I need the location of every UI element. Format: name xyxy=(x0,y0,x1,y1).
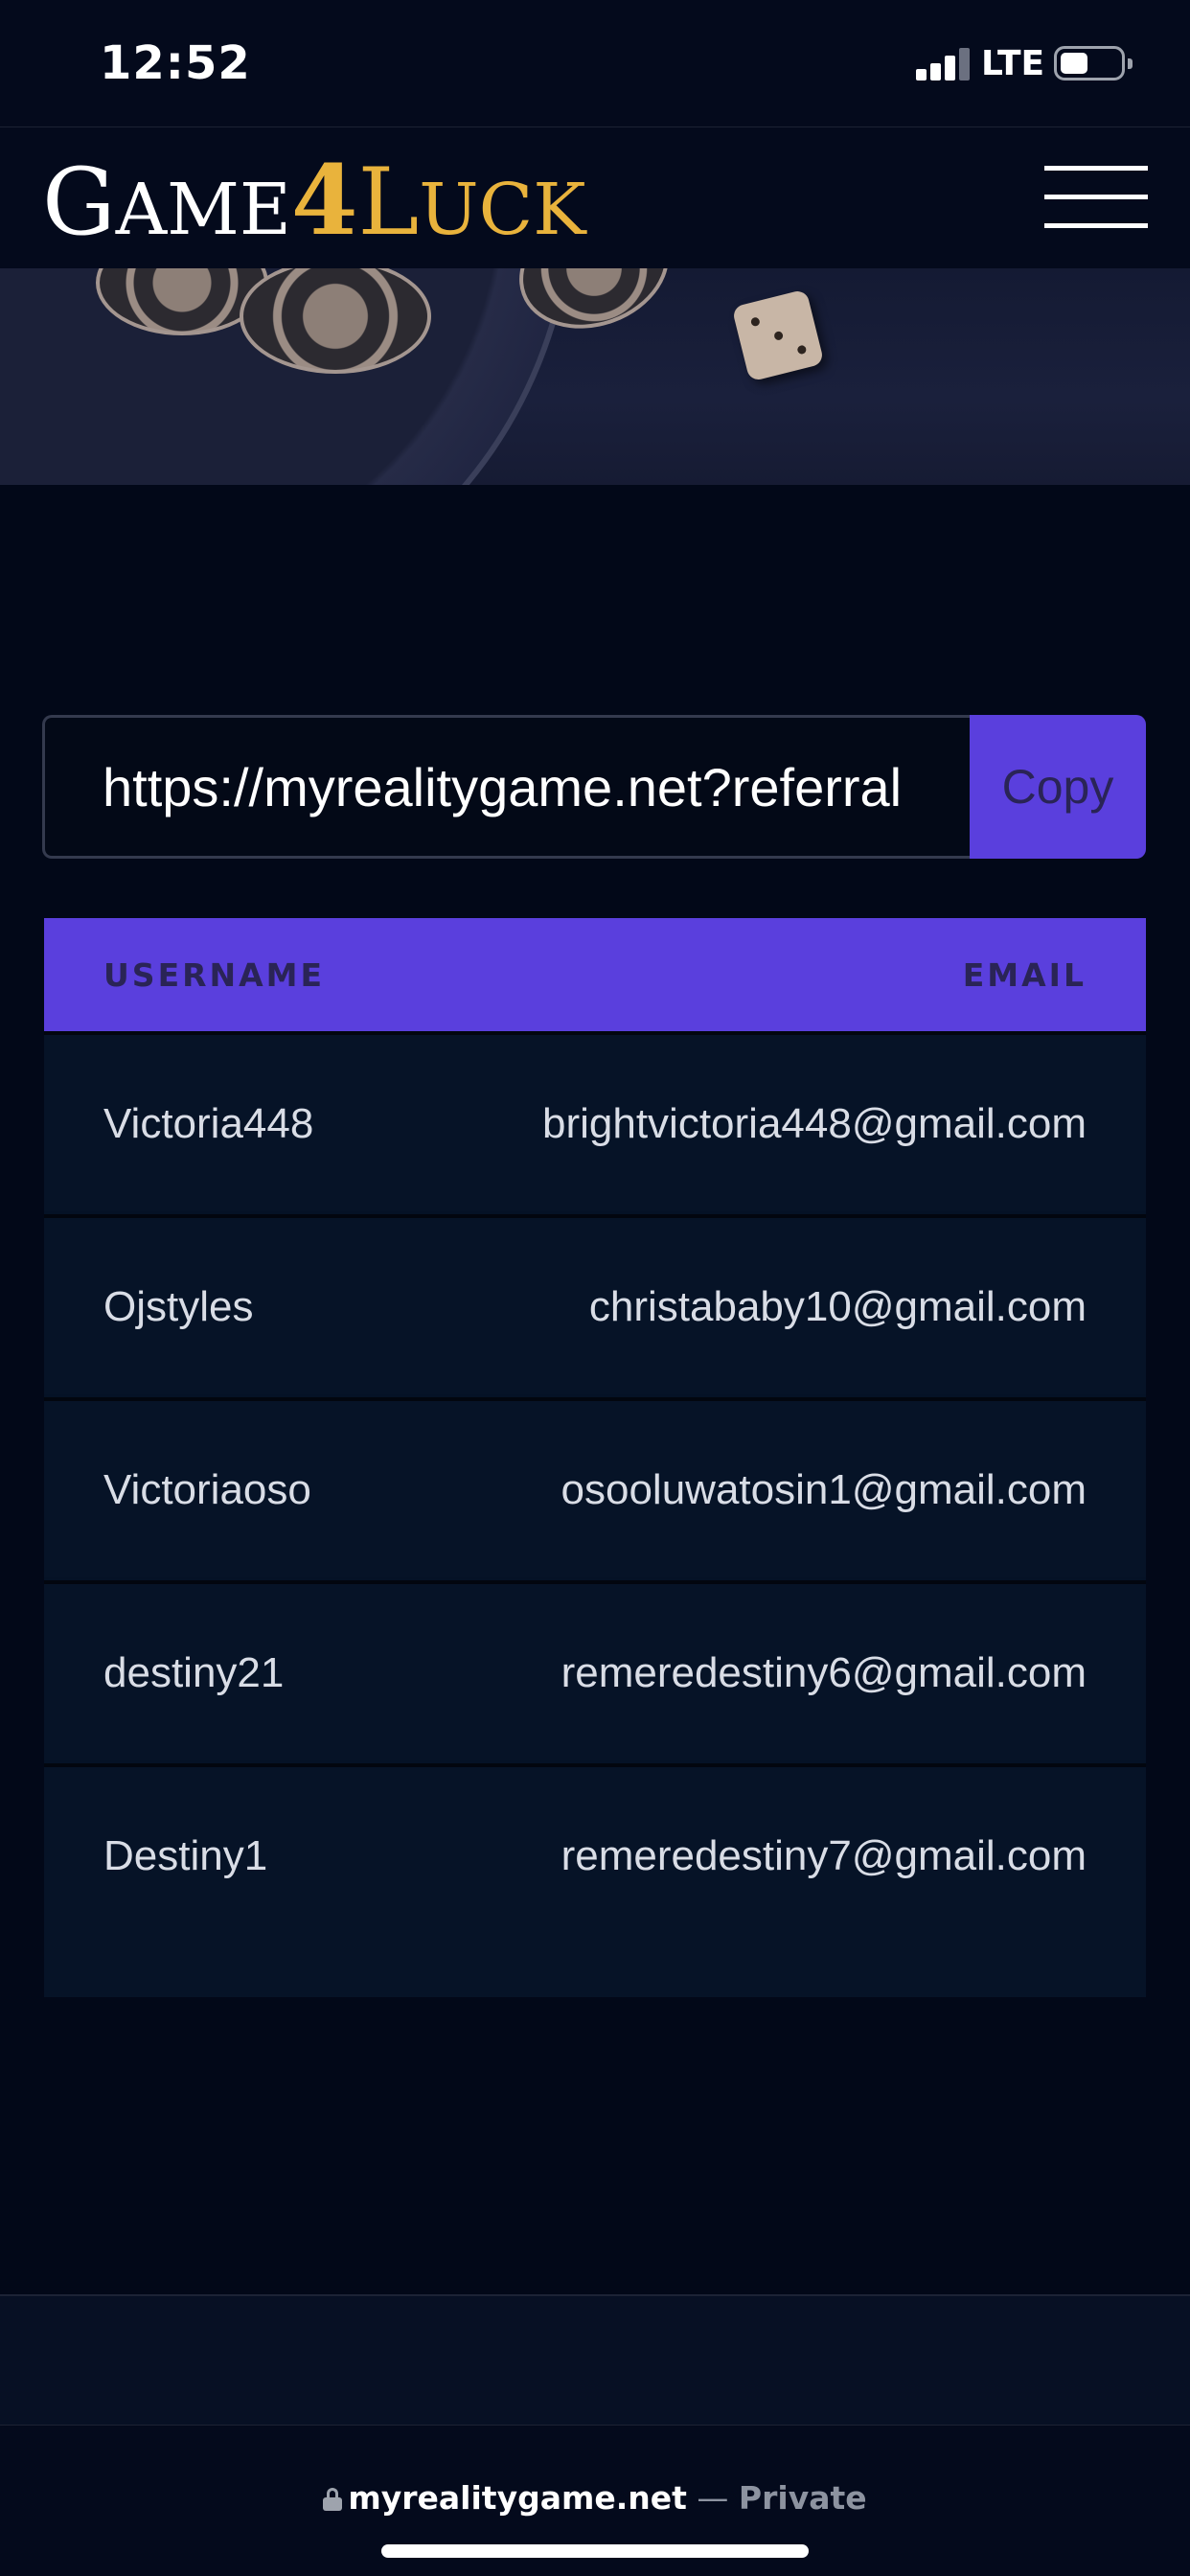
username-cell: Destiny1 xyxy=(103,1832,268,1879)
home-indicator[interactable] xyxy=(381,2544,809,2558)
email-cell: christababy10@gmail.com xyxy=(588,1283,1087,1330)
signal-icon xyxy=(916,48,970,80)
page-footer xyxy=(0,2294,1190,2425)
network-type: LTE xyxy=(981,44,1045,83)
email-cell: osooluwatosin1@gmail.com xyxy=(561,1466,1087,1513)
url-display[interactable]: myrealitygame.net — Private xyxy=(0,2479,1190,2517)
browser-address-bar[interactable]: myrealitygame.net — Private xyxy=(0,2425,1190,2576)
status-time: 12:52 xyxy=(100,36,251,90)
url-separator: — xyxy=(697,2479,729,2517)
username-cell: Ojstyles xyxy=(103,1283,254,1330)
site-header: GAME4LUCK xyxy=(0,126,1190,268)
username-cell: destiny21 xyxy=(103,1649,285,1696)
table-row: Ojstyles christababy10@gmail.com xyxy=(44,1214,1146,1394)
email-cell: remeredestiny7@gmail.com xyxy=(561,1832,1087,1879)
lock-icon xyxy=(323,2488,343,2511)
status-bar: 12:52 LTE xyxy=(0,0,1190,126)
url-domain: myrealitygame.net xyxy=(348,2479,687,2517)
copy-button[interactable]: Copy xyxy=(970,715,1146,859)
username-cell: Victoria448 xyxy=(103,1100,314,1147)
dice-graphic xyxy=(731,288,825,382)
game4luck-logo[interactable]: GAME4LUCK xyxy=(42,152,586,251)
battery-icon xyxy=(1054,46,1133,80)
referral-link-group: Copy xyxy=(42,715,1146,859)
casino-banner-image xyxy=(0,268,1190,485)
table-header: USERNAME EMAIL xyxy=(44,918,1146,1031)
table-row: Destiny1 remeredestiny7@gmail.com xyxy=(44,1763,1146,1997)
hamburger-menu-icon[interactable] xyxy=(1044,166,1148,229)
username-cell: Victoriaoso xyxy=(103,1466,311,1513)
referrals-table: USERNAME EMAIL Victoria448 brightvictori… xyxy=(44,918,1146,1997)
referral-link-input[interactable] xyxy=(42,715,972,859)
column-header-email: EMAIL xyxy=(962,956,1087,994)
table-row: destiny21 remeredestiny6@gmail.com xyxy=(44,1580,1146,1760)
table-row: Victoria448 brightvictoria448@gmail.com xyxy=(44,1031,1146,1211)
email-cell: brightvictoria448@gmail.com xyxy=(541,1100,1087,1147)
column-header-username: USERNAME xyxy=(103,956,326,994)
email-cell: remeredestiny6@gmail.com xyxy=(561,1649,1087,1696)
private-mode-label: Private xyxy=(738,2479,867,2517)
table-row: Victoriaoso osooluwatosin1@gmail.com xyxy=(44,1397,1146,1577)
